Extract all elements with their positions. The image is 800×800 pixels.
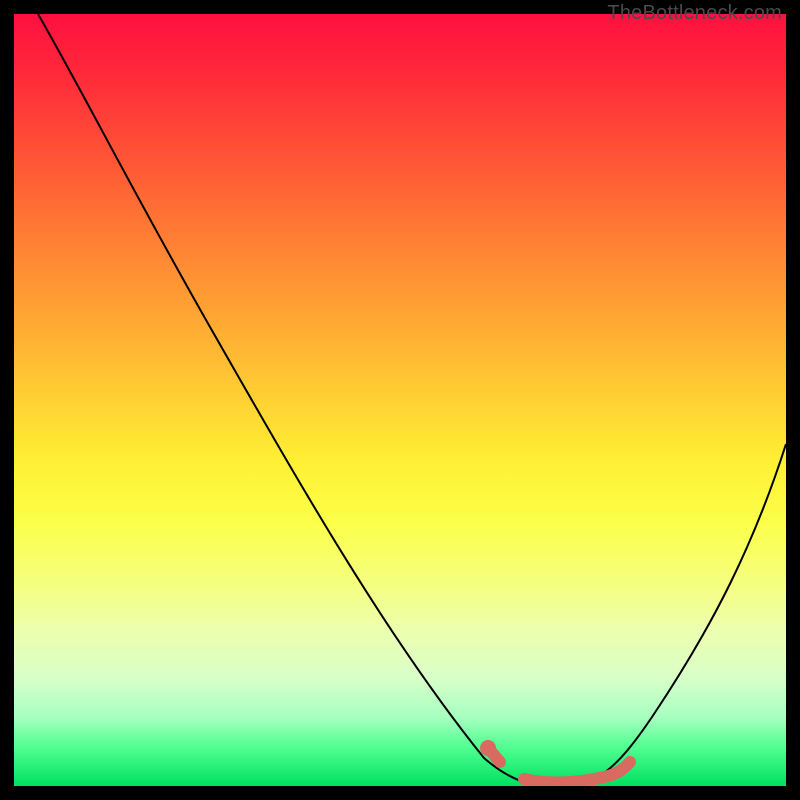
plot-area xyxy=(14,14,786,786)
bottleneck-curve xyxy=(38,14,786,786)
chart-frame: TheBottleneck.com xyxy=(0,0,800,800)
chart-svg xyxy=(14,14,786,786)
highlight-seg-left xyxy=(488,748,500,762)
watermark-text: TheBottleneck.com xyxy=(607,2,782,25)
